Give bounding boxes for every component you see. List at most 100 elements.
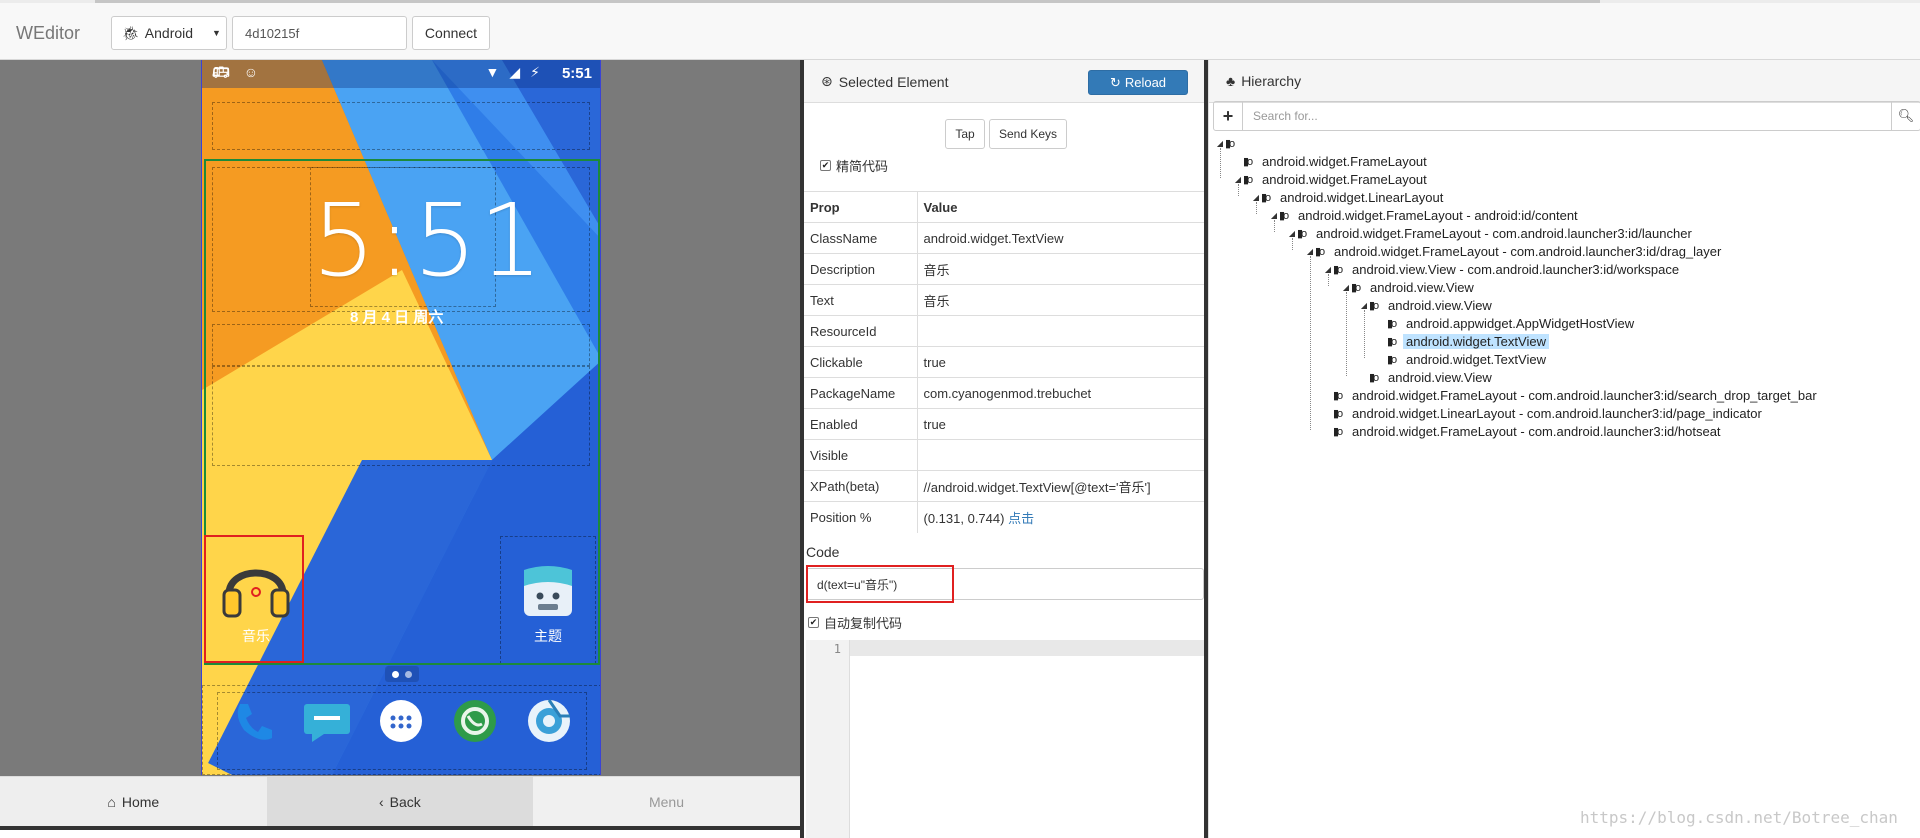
collapse-toggle-icon[interactable]: ◢: [1341, 283, 1351, 292]
menu-key[interactable]: Menu: [533, 777, 800, 827]
table-row: XPath(beta)//android.widget.TextView[@te…: [804, 470, 1204, 502]
device-screen-panel: 🚌︎ ☺ ▼ ◢ ⚡ 5:51 5:51 8 月 4 日 周六 音乐 主题: [0, 60, 800, 776]
crosshair-icon: ⊛: [821, 73, 833, 89]
device-serial-input[interactable]: 4d10215f: [232, 16, 407, 50]
tree-node-label: android.widget.FrameLayout - com.android…: [1334, 243, 1722, 259]
table-row: PackageName com.cyanogenmod.trebuchet: [804, 377, 1204, 409]
home-key[interactable]: ⌂ Home: [0, 777, 267, 827]
platform-dropdown[interactable]: 🐞︎ Android ▼: [111, 16, 227, 50]
line-number: 1: [833, 642, 841, 656]
node-icon: ▮o: [1315, 245, 1325, 258]
search-icon: 🔍︎: [1897, 108, 1915, 123]
collapse-toggle-icon[interactable]: ◢: [1305, 247, 1315, 256]
device-nav-keys: ⌂ Home ‹ Back Menu: [0, 776, 800, 827]
tree-node[interactable]: ◢ ▮o android.widget.FrameLayout - com.andr…: [1305, 242, 1724, 260]
click-position-link[interactable]: 点击: [1008, 511, 1034, 526]
collapse-toggle-icon[interactable]: ◢: [1251, 193, 1261, 202]
collapse-toggle-icon[interactable]: ◢: [1233, 175, 1243, 184]
expand-all-button[interactable]: +: [1213, 101, 1243, 131]
camera-icon: [528, 699, 570, 742]
prop-value: //android.widget.TextView[@text='音乐']: [917, 470, 1204, 502]
paint-bucket-icon[interactable]: [518, 560, 578, 620]
tree-guide-line: [1238, 184, 1239, 196]
tree-node[interactable]: ▮o android.widget.FrameLayout - com.andro…: [1323, 422, 1724, 440]
auto-copy-checkbox[interactable]: ✔: [808, 617, 819, 628]
tree-node[interactable]: ▮o android.appwidget.AppWidgetHostView: [1377, 314, 1637, 332]
tree-node-label: android.widget.FrameLayout: [1262, 153, 1427, 169]
auto-copy-option[interactable]: ✔ 自动复制代码: [808, 613, 902, 632]
tree-node[interactable]: ◢ ▮o android.view.View: [1341, 278, 1477, 296]
prop-key: ClassName: [804, 222, 918, 254]
connect-button[interactable]: Connect: [412, 16, 490, 50]
code-label: Code: [806, 544, 840, 560]
simplify-checkbox[interactable]: ✔: [820, 160, 831, 171]
android-robot-icon: ☺: [243, 64, 259, 80]
menu-key-label: Menu: [648, 794, 684, 810]
back-key[interactable]: ‹ Back: [266, 777, 534, 827]
search-button[interactable]: 🔍︎: [1891, 101, 1920, 131]
dock-messaging[interactable]: [296, 690, 358, 752]
prop-key: PackageName: [804, 377, 918, 409]
prop-value: 音乐: [917, 284, 1204, 316]
wifi-icon: ▼: [485, 64, 500, 80]
tree-node[interactable]: ◢ ▮o android.widget.FrameLayout - android:…: [1269, 206, 1581, 224]
platform-label: Android: [144, 25, 194, 41]
tree-node[interactable]: ▮o android.widget.TextView: [1377, 350, 1549, 368]
tree-node-selected[interactable]: ▮o android.widget.TextView: [1377, 332, 1549, 350]
dock-app-drawer[interactable]: [370, 690, 432, 752]
table-row: Clickable true: [804, 346, 1204, 378]
app-drawer-icon: [380, 700, 422, 742]
dock-browser[interactable]: [444, 690, 506, 752]
android-icon: 🐞︎: [122, 24, 140, 41]
collapse-toggle-icon[interactable]: ◢: [1215, 139, 1225, 148]
table-header-row: Prop Value: [804, 191, 1204, 223]
dock-camera[interactable]: [518, 690, 580, 752]
tree-guide-line: [1220, 148, 1221, 178]
auto-copy-label: 自动复制代码: [824, 616, 903, 631]
node-icon: ▮o: [1279, 209, 1289, 222]
tree-node[interactable]: ◢ ▮o android.widget.FrameLayout - com.andr…: [1287, 224, 1695, 242]
page-dot: [405, 670, 412, 678]
collapse-toggle-icon[interactable]: ◢: [1287, 229, 1297, 238]
horizontal-divider[interactable]: [0, 826, 800, 838]
node-icon: ▮o: [1261, 191, 1271, 204]
node-icon: ▮o: [1333, 407, 1343, 420]
send-keys-button[interactable]: Send Keys: [989, 119, 1067, 149]
tree-node-label: android.widget.FrameLayout - com.android…: [1352, 423, 1721, 439]
simplify-label: 精简代码: [836, 159, 889, 174]
page-dot: [392, 670, 399, 678]
tree-node[interactable]: ▮o android.widget.FrameLayout - com.andro…: [1323, 386, 1820, 404]
signal-icon: ◢: [509, 64, 521, 80]
app-label-theme[interactable]: 主题: [508, 626, 588, 646]
reload-button[interactable]: ↻ Reload: [1088, 70, 1188, 95]
collapse-toggle-icon[interactable]: ◢: [1359, 301, 1369, 310]
tree-node-label: android.view.View: [1388, 297, 1492, 313]
editor-active-line[interactable]: [850, 640, 1204, 656]
simplify-code-option[interactable]: ✔ 精简代码: [820, 156, 888, 175]
refresh-icon: ↻: [1109, 74, 1121, 90]
prop-key: Clickable: [804, 346, 918, 378]
dock-phone[interactable]: [222, 690, 284, 752]
device-screenshot[interactable]: 🚌︎ ☺ ▼ ◢ ⚡ 5:51 5:51 8 月 4 日 周六 音乐 主题: [201, 60, 601, 775]
table-row: ResourceId: [804, 315, 1204, 347]
tree-guide-line: [1310, 256, 1311, 430]
collapse-toggle-icon[interactable]: ◢: [1323, 265, 1333, 274]
tree-node[interactable]: ◢ ▮o android.widget.LinearLayout: [1251, 188, 1446, 206]
app-brand[interactable]: WEditor: [16, 23, 80, 44]
tap-button[interactable]: Tap: [945, 119, 985, 149]
tree-node[interactable]: ▮o android.view.View: [1359, 368, 1495, 386]
tree-node-label: android.widget.TextView: [1403, 333, 1549, 349]
search-input[interactable]: Search for...: [1243, 101, 1891, 131]
hierarchy-title: Hierarchy: [1241, 73, 1302, 89]
tree-node[interactable]: ◢ ▮o android.view.View - com.android.launc…: [1323, 260, 1682, 278]
tree-node[interactable]: ▮o android.widget.FrameLayout: [1233, 152, 1430, 170]
tree-guide-line: [1256, 202, 1257, 214]
tree-guide-line: [1364, 310, 1365, 358]
collapse-toggle-icon[interactable]: ◢: [1269, 211, 1279, 220]
code-editor[interactable]: 1: [806, 640, 1204, 838]
tree-node[interactable]: ◢ ▮o android.widget.FrameLayout: [1233, 170, 1430, 188]
browser-icon: [454, 700, 496, 742]
tree-node[interactable]: ◢ ▮o android.view.View: [1359, 296, 1495, 314]
tree-node[interactable]: ▮o android.widget.LinearLayout - com.andr…: [1323, 404, 1765, 422]
selected-element-header: ⊛ Selected Element ↻ Reload: [804, 60, 1204, 103]
